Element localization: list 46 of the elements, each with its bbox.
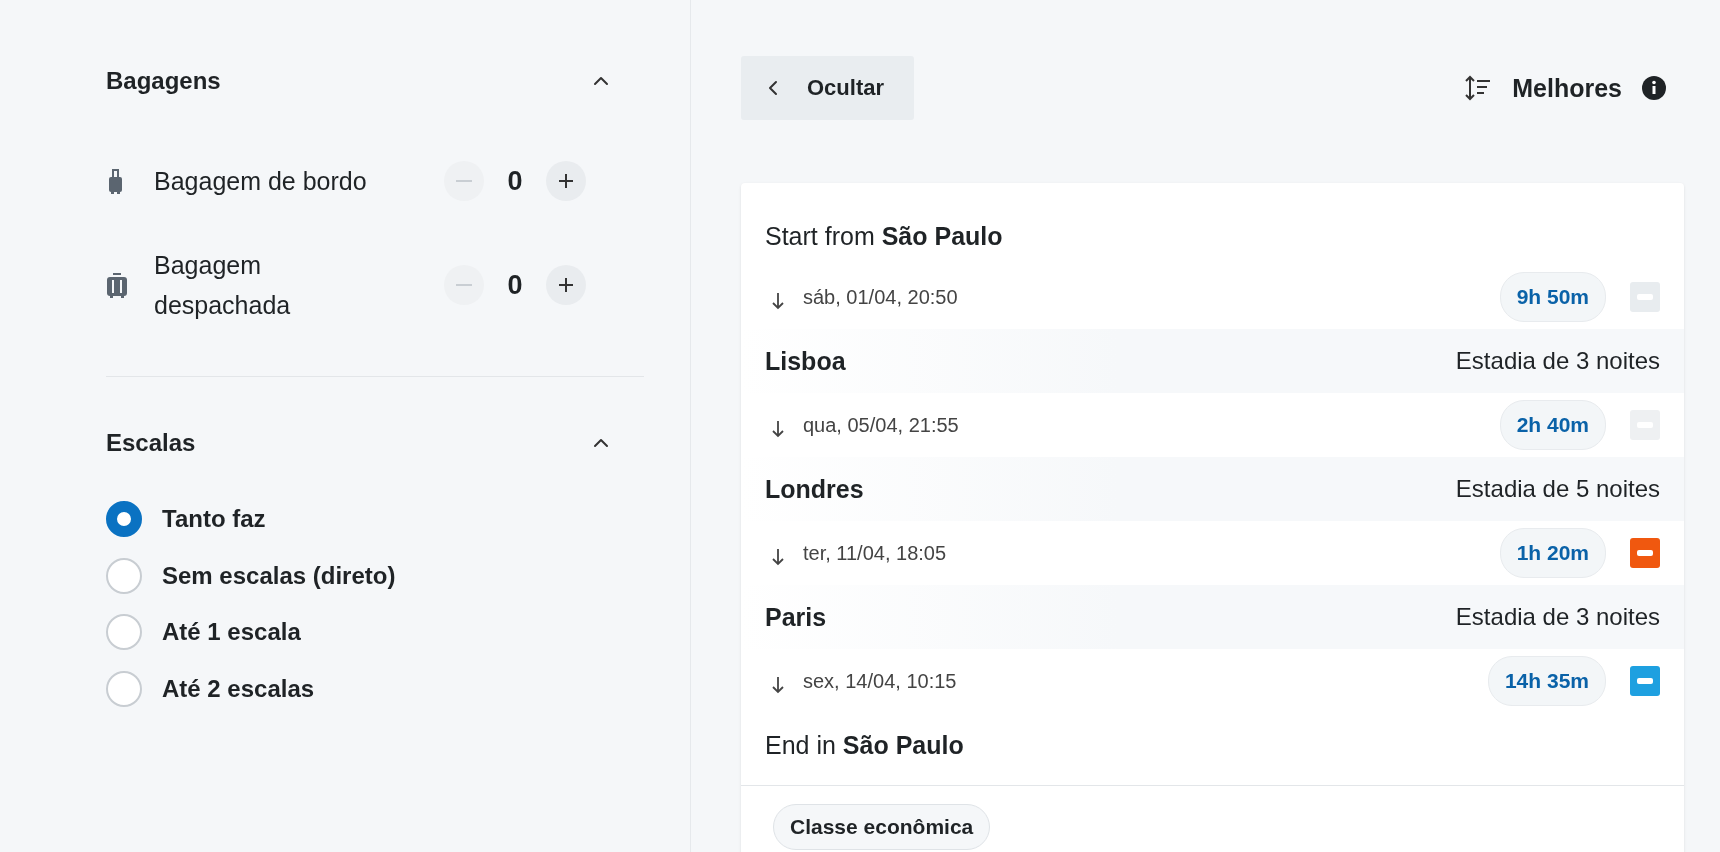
chevron-up-icon xyxy=(592,74,610,88)
duration-badge: 1h 20m xyxy=(1499,528,1606,578)
hide-button[interactable]: Ocultar xyxy=(741,56,915,120)
count-value: 0 xyxy=(506,269,524,301)
section-title: Bagagens xyxy=(106,67,221,95)
duration-badge: 2h 40m xyxy=(1499,400,1606,450)
section-title: Escalas xyxy=(106,429,196,457)
arrow-down-icon xyxy=(771,548,785,566)
plus-icon xyxy=(557,276,575,294)
info-icon xyxy=(1642,76,1666,100)
plus-icon xyxy=(557,172,575,190)
arrow-down-icon xyxy=(771,292,785,310)
option-label: Até 1 escala xyxy=(162,618,301,647)
cabin-class-tag: Classe econômica xyxy=(773,804,991,850)
radio-button[interactable] xyxy=(106,501,142,538)
city-name: Londres xyxy=(765,474,864,504)
stay-duration: Estadia de 3 noites xyxy=(1455,347,1660,375)
stay-duration: Estadia de 5 noites xyxy=(1455,475,1660,503)
plus-button[interactable] xyxy=(546,265,586,305)
count-value: 0 xyxy=(506,165,524,197)
minus-icon xyxy=(456,284,472,286)
chevron-up-icon xyxy=(592,436,610,450)
duration-badge: 9h 50m xyxy=(1499,272,1606,322)
option-label: Sem escalas (direto) xyxy=(162,561,396,590)
sort-icon xyxy=(1464,75,1493,101)
plus-button[interactable] xyxy=(546,161,586,201)
baggage-label: Bagagem de bordo xyxy=(154,166,368,197)
departure-time: qua, 05/04, 21:55 xyxy=(803,413,960,437)
itinerary-end: End in São Paulo xyxy=(765,730,964,760)
arrow-down-icon xyxy=(771,676,785,694)
option-label: Tanto faz xyxy=(162,505,266,534)
chevron-left-icon xyxy=(767,79,779,97)
suitcase-icon xyxy=(106,272,128,298)
departure-time: sáb, 01/04, 20:50 xyxy=(803,285,959,309)
minus-icon xyxy=(456,180,472,182)
stay-duration: Estadia de 3 noites xyxy=(1455,603,1660,631)
baggage-label: Bagagem despachada xyxy=(154,250,292,321)
city-name: Paris xyxy=(765,602,827,632)
departure-time: sex, 14/04, 10:15 xyxy=(803,669,958,693)
arrow-down-icon xyxy=(771,420,785,438)
duration-badge: 14h 35m xyxy=(1487,656,1606,706)
itinerary-start: Start from São Paulo xyxy=(765,221,1003,251)
departure-time: ter, 11/04, 18:05 xyxy=(803,541,948,565)
sort-option[interactable]: Melhores xyxy=(1512,73,1622,103)
option-label: Até 2 escalas xyxy=(162,674,315,703)
city-name: Lisboa xyxy=(765,346,846,376)
